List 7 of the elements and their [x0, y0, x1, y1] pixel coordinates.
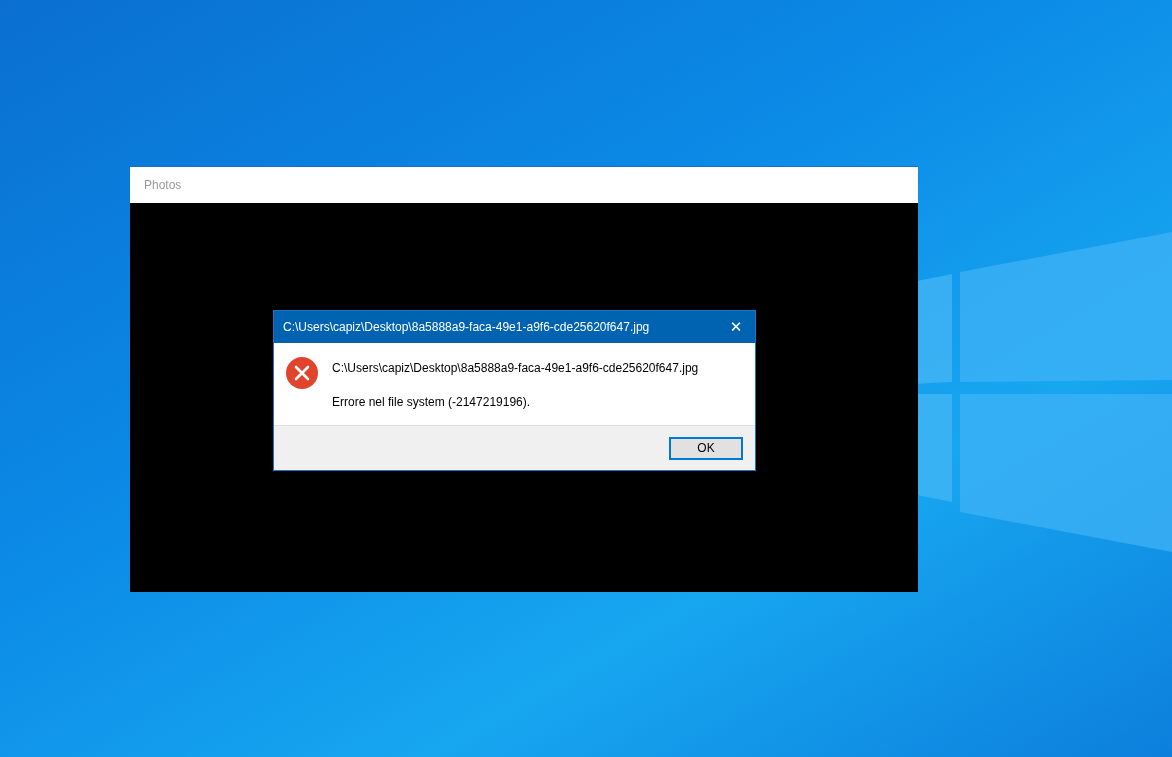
close-button[interactable]: ✕	[717, 311, 755, 343]
dialog-title: C:\Users\capiz\Desktop\8a5888a9-faca-49e1-a9f6-cde25620f647.jpg	[283, 320, 650, 334]
error-icon	[286, 357, 318, 389]
window-title: Photos	[144, 178, 182, 192]
ok-button[interactable]: OK	[669, 436, 743, 460]
error-detail: Errore nel file system (-2147219196).	[332, 395, 532, 409]
error-message: C:\Users\capiz\Desktop\8a5888a9-faca-49e1-a9f6-cde25620f647.jpg	[332, 361, 699, 375]
